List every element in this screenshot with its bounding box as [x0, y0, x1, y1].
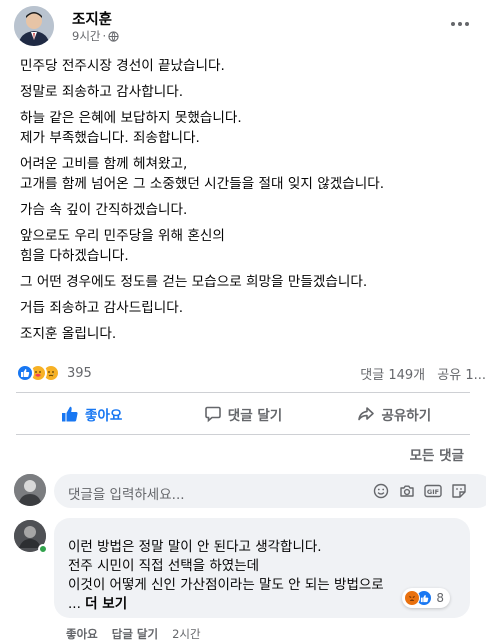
comment-placeholder: 댓글을 입력하세요...: [68, 487, 185, 503]
online-status-dot: [38, 544, 48, 554]
comment-reply-link[interactable]: 답글 달기: [112, 626, 158, 642]
comment-bubble: 이런 방법은 정말 말이 안 된다고 생각합니다. 전주 시민이 직접 선택을 …: [54, 518, 470, 618]
see-more-link[interactable]: 더 보기: [85, 596, 127, 612]
comment-line: ... 더 보기: [68, 595, 384, 614]
post-line: 그 어떤 경우에도 정도를 걷는 모습으로 희망을 만들겠습니다.: [20, 274, 368, 290]
composer-icons: GIF: [372, 482, 468, 500]
comment-line: 이것이 어떻게 신인 가산점이라는 말도 안 되는 방법으로: [68, 577, 384, 593]
post-paragraph: 민주당 전주시장 경선이 끝났습니다.: [20, 56, 476, 76]
reaction-count: 395: [67, 365, 92, 381]
post-line: 어려운 고비를 함께 헤쳐왔고,: [20, 156, 188, 172]
like-button[interactable]: 좋아요: [16, 398, 167, 430]
post-paragraph: 하늘 같은 은혜에 보답하지 못했습니다. 제가 부족했습니다. 죄송합니다.: [20, 108, 476, 148]
comment-item: 이런 방법은 정말 말이 안 된다고 생각합니다. 전주 시민이 직접 선택을 …: [12, 518, 486, 642]
comment-text: 이런 방법은 정말 말이 안 된다고 생각합니다. 전주 시민이 직접 선택을 …: [68, 538, 384, 614]
comment-line: 이런 방법은 정말 말이 안 된다고 생각합니다.: [68, 539, 322, 555]
user-avatar[interactable]: [14, 474, 46, 506]
post-line: 하늘 같은 은혜에 보답하지 못했습니다.: [20, 110, 242, 126]
post-paragraph: 정말로 죄송하고 감사합니다.: [20, 82, 476, 102]
camera-icon[interactable]: [398, 482, 416, 500]
post-header: 조지훈 9시간 ·: [10, 4, 476, 48]
post-paragraph: 그 어떤 경우에도 정도를 걷는 모습으로 희망을 만들겠습니다.: [20, 272, 476, 292]
comment-reaction-count: 8: [436, 591, 444, 605]
emoji-icon[interactable]: [372, 482, 390, 500]
author-photo: [14, 6, 54, 46]
comment-reactions[interactable]: 8: [402, 588, 450, 608]
post-line: 조지훈 올립니다.: [20, 326, 117, 342]
like-icon: [16, 364, 34, 382]
comment-ellipsis: ...: [68, 596, 81, 612]
comment-time[interactable]: 2시간: [172, 626, 200, 642]
divider: [16, 392, 470, 393]
comment-input[interactable]: 댓글을 입력하세요... GIF: [54, 474, 486, 508]
post-line: 가슴 속 깊이 간직하겠습니다.: [20, 202, 188, 218]
comment-label: 댓글 달기: [227, 408, 283, 424]
post-paragraph: 앞으로도 우리 민주당을 위해 혼신의 힘을 다하겠습니다.: [20, 226, 476, 266]
comment-count-link[interactable]: 댓글 149개: [360, 368, 425, 383]
sticker-icon[interactable]: [450, 482, 468, 500]
post-paragraph: 거듭 죄송하고 감사드립니다.: [20, 298, 476, 318]
comment-line: 전주 시민이 직접 선택을 하였는데: [68, 558, 260, 574]
post-line: 거듭 죄송하고 감사드립니다.: [20, 300, 184, 316]
post-line: 힘을 다하겠습니다.: [20, 248, 129, 264]
post-meta: 9시간 ·: [72, 28, 119, 44]
more-options-button[interactable]: [448, 12, 472, 36]
comment-footer: 좋아요 답글 달기 2시간: [66, 626, 201, 642]
user-photo: [14, 474, 46, 506]
comment-bubble-icon: [204, 406, 221, 423]
comment-share-counts: 댓글 149개 공유 1...: [360, 364, 486, 383]
meta-separator: ·: [102, 29, 107, 43]
author-name[interactable]: 조지훈: [72, 8, 112, 29]
post-line: 제가 부족했습니다. 죄송합니다.: [20, 130, 200, 146]
post-time[interactable]: 9시간: [72, 28, 100, 44]
post-paragraph: 조지훈 올립니다.: [20, 324, 476, 344]
more-horizontal-icon: [451, 22, 469, 26]
post-line: 정말로 죄송하고 감사합니다.: [20, 84, 184, 100]
post-line: 민주당 전주시장 경선이 끝났습니다.: [20, 58, 225, 74]
share-label: 공유하기: [381, 408, 432, 424]
gif-icon[interactable]: GIF: [424, 482, 442, 500]
post-stats: 395 댓글 149개 공유 1...: [16, 362, 486, 384]
action-bar: 좋아요 댓글 달기 공유하기: [16, 398, 470, 430]
thumbs-up-icon: [62, 406, 78, 422]
comment-button[interactable]: 댓글 달기: [167, 398, 318, 430]
share-button[interactable]: 공유하기: [319, 398, 470, 430]
post-body: 민주당 전주시장 경선이 끝났습니다. 정말로 죄송하고 감사합니다. 하늘 같…: [20, 56, 476, 350]
globe-icon: [108, 30, 119, 42]
comment-like-link[interactable]: 좋아요: [66, 626, 98, 642]
post-paragraph: 가슴 속 깊이 간직하겠습니다.: [20, 200, 476, 220]
svg-text:GIF: GIF: [427, 488, 439, 496]
share-arrow-icon: [358, 407, 375, 421]
author-avatar[interactable]: [14, 6, 54, 46]
reactions-summary[interactable]: 395: [16, 362, 92, 384]
comment-composer: 댓글을 입력하세요... GIF: [12, 470, 486, 510]
post-line: 앞으로도 우리 민주당을 위해 혼신의: [20, 228, 225, 244]
post-line: 고개를 함께 넘어온 그 소중했던 시간들을 절대 잊지 않겠습니다.: [20, 176, 385, 192]
comment-filter-dropdown[interactable]: 모든 댓글: [410, 444, 464, 464]
share-count-link[interactable]: 공유 1...: [437, 368, 486, 383]
like-label: 좋아요: [85, 408, 123, 424]
post-paragraph: 어려운 고비를 함께 헤쳐왔고, 고개를 함께 넘어온 그 소중했던 시간들을 …: [20, 154, 476, 194]
divider: [16, 434, 470, 435]
